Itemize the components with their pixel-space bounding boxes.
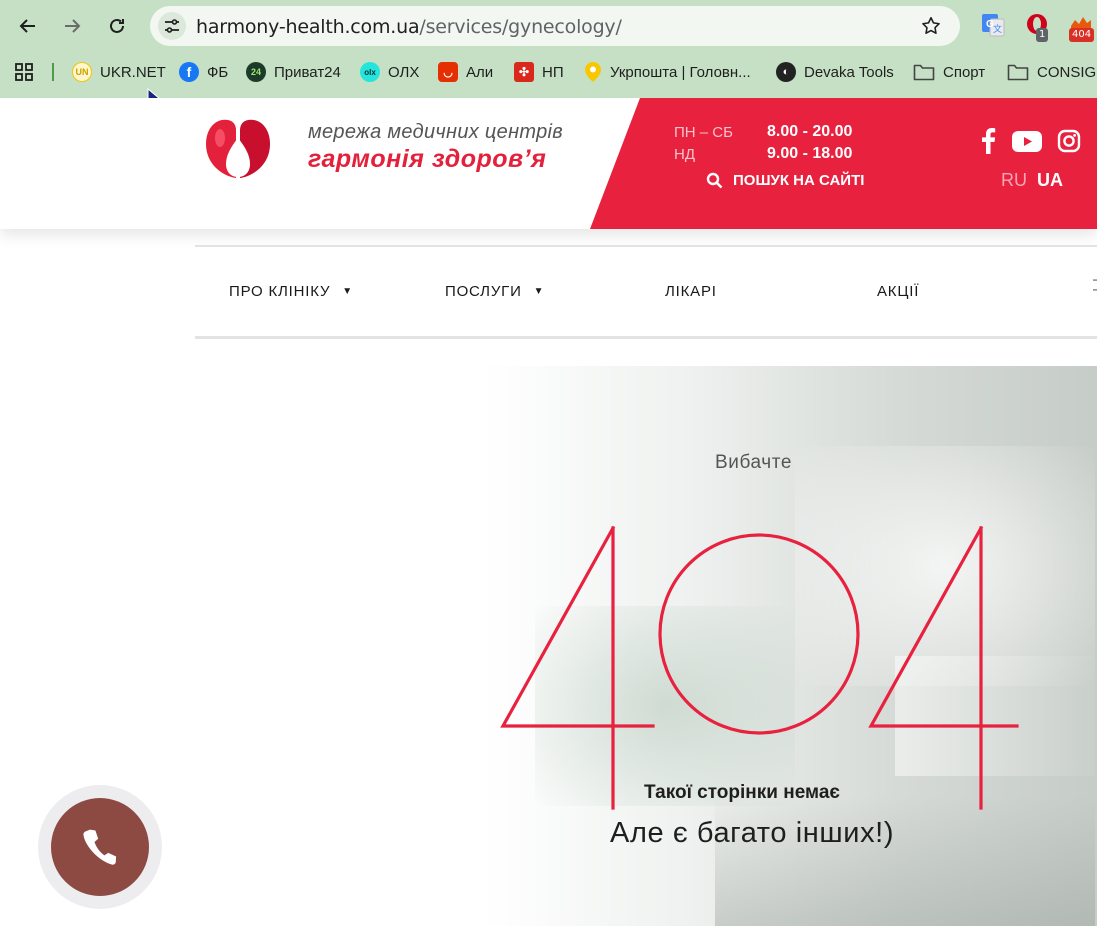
google-translate-icon: G文 bbox=[982, 14, 1005, 37]
aliexpress-icon: ◡ bbox=[438, 62, 458, 82]
bookmark-label: Али bbox=[466, 63, 494, 81]
bookmark-label: Devaka Tools bbox=[804, 63, 894, 81]
nav-item-clipped[interactable]: Н П bbox=[1093, 275, 1097, 305]
site-search-label: ПОШУК НА САЙТІ bbox=[733, 172, 865, 189]
svg-text:文: 文 bbox=[993, 23, 1002, 35]
bookmark-label: Приват24 bbox=[274, 63, 341, 81]
youtube-icon[interactable] bbox=[1012, 131, 1042, 152]
bookmark-ukrnet[interactable]: UN UKR.NET bbox=[72, 61, 166, 83]
bookmark-label: UKR.NET bbox=[100, 63, 166, 81]
ukrnet-icon: UN bbox=[72, 62, 92, 82]
bookmark-ukrposhta[interactable]: Укрпошта | Головн... bbox=[584, 61, 751, 83]
search-icon bbox=[706, 172, 723, 189]
bookmark-devaka[interactable]: ◐ Devaka Tools bbox=[776, 61, 894, 83]
facebook-icon: f bbox=[179, 62, 199, 82]
apps-button[interactable] bbox=[14, 61, 34, 83]
devaka-icon: ◐ bbox=[776, 62, 796, 82]
novaposhta-icon: ✣ bbox=[514, 62, 534, 82]
caret-down-icon: ▼ bbox=[342, 286, 353, 297]
phone-icon bbox=[83, 829, 117, 865]
error-code-404: 404 bbox=[500, 525, 1019, 810]
olx-icon: olx bbox=[360, 62, 380, 82]
instagram-icon[interactable] bbox=[1057, 129, 1081, 153]
privat24-icon: 24 bbox=[246, 62, 266, 82]
error-message: Такої сторінки немає bbox=[644, 782, 840, 803]
folder-icon bbox=[913, 64, 935, 81]
forward-button[interactable] bbox=[56, 10, 88, 42]
nav-item-promotions[interactable]: АКЦІЇ bbox=[877, 283, 919, 300]
nav-item-label: ЛІКАРІ bbox=[665, 283, 717, 300]
nav-item-label: АКЦІЇ bbox=[877, 283, 920, 300]
folder-icon bbox=[1007, 64, 1029, 81]
call-button[interactable] bbox=[51, 798, 149, 896]
bookmarks-bar: UN UKR.NET f ФБ 24 Приват24 olx ОЛХ ◡ Ал… bbox=[0, 54, 1097, 90]
caret-down-icon: ▼ bbox=[533, 286, 545, 297]
header-contact-panel bbox=[590, 98, 1097, 229]
bookmark-aliexpress[interactable]: ◡ Али bbox=[438, 61, 493, 83]
arrow-left-icon bbox=[19, 19, 35, 33]
web-page: мережа медичних центрів гармонія здоров’… bbox=[0, 98, 1097, 926]
bookmark-label: Спорт bbox=[943, 63, 986, 81]
nav-item-label: ПРО КЛІНІКУ bbox=[229, 283, 331, 300]
hours-days-sunday: НД bbox=[674, 146, 695, 163]
hours-time-sunday: 9.00 - 18.00 bbox=[767, 145, 853, 162]
language-ru-link[interactable]: RU bbox=[1001, 170, 1027, 191]
star-icon bbox=[922, 16, 940, 35]
bookmark-label: Укрпошта | Головн... bbox=[610, 63, 751, 81]
arrow-right-icon bbox=[65, 19, 81, 33]
error-sorry-text: Вибачте bbox=[715, 452, 793, 473]
bookmarks-separator bbox=[52, 63, 54, 81]
bookmark-novaposhta[interactable]: ✣ НП bbox=[514, 61, 564, 83]
logo-tagline[interactable]: мережа медичних центрів bbox=[308, 121, 563, 144]
browser-toolbar: harmony-health.com.ua/services/gynecolog… bbox=[0, 0, 1097, 108]
bookmark-label: ФБ bbox=[207, 63, 229, 81]
site-header: мережа медичних центрів гармонія здоров’… bbox=[0, 98, 1097, 229]
address-bar[interactable]: harmony-health.com.ua/services/gynecolog… bbox=[150, 6, 960, 46]
site-info-button[interactable] bbox=[158, 12, 186, 40]
bookmark-label: НП bbox=[542, 63, 564, 81]
logo-brand-name[interactable]: гармонія здоров’я bbox=[308, 145, 546, 174]
bookmark-label: CONSIGL bbox=[1037, 63, 1097, 81]
nav-item-label: ПОСЛУГИ bbox=[445, 283, 522, 300]
extension-badge: 1 bbox=[1036, 28, 1049, 42]
nav-item-services[interactable]: ПОСЛУГИ ▼ bbox=[445, 283, 544, 300]
back-button[interactable] bbox=[12, 10, 44, 42]
error-sub-message: Але є багато інших!) bbox=[610, 817, 895, 849]
tune-icon bbox=[165, 19, 179, 33]
bookmark-folder-sport[interactable]: Спорт bbox=[913, 61, 985, 83]
main-navigation: ПРО КЛІНІКУ ▼ ПОСЛУГИ ▼ ЛІКАРІ АКЦІЇ Н П bbox=[195, 245, 1097, 339]
url-path: /services/gynecology/ bbox=[419, 16, 622, 38]
hours-days-weekday: ПН – СБ bbox=[674, 124, 733, 141]
bookmark-olx[interactable]: olx ОЛХ bbox=[360, 61, 419, 83]
bookmark-facebook[interactable]: f ФБ bbox=[179, 61, 228, 83]
url-text[interactable]: harmony-health.com.ua/services/gynecolog… bbox=[196, 16, 622, 38]
nav-item-doctors[interactable]: ЛІКАРІ bbox=[665, 283, 717, 300]
nav-item-about-clinic[interactable]: ПРО КЛІНІКУ ▼ bbox=[229, 283, 353, 300]
site-search-button[interactable]: ПОШУК НА САЙТІ bbox=[706, 172, 864, 189]
apps-grid-icon bbox=[15, 63, 33, 81]
bookmark-folder-consigl[interactable]: CONSIGL bbox=[1007, 61, 1097, 83]
language-ua-link[interactable]: UA bbox=[1037, 170, 1063, 191]
extension-broken-links[interactable]: 404 bbox=[1068, 12, 1096, 42]
bookmark-privat24[interactable]: 24 Приват24 bbox=[246, 61, 341, 83]
logo-heart-icon[interactable] bbox=[200, 112, 276, 184]
extension-badge: 404 bbox=[1069, 28, 1095, 42]
bookmark-label: ОЛХ bbox=[388, 63, 420, 81]
reload-icon bbox=[110, 18, 124, 33]
url-host: harmony-health.com.ua bbox=[196, 16, 420, 38]
extension-opera[interactable]: 1 bbox=[1024, 12, 1052, 42]
bookmark-star-button[interactable] bbox=[920, 15, 942, 42]
hours-time-weekday: 8.00 - 20.00 bbox=[767, 123, 853, 140]
facebook-icon[interactable] bbox=[980, 128, 996, 154]
extension-google-translate[interactable]: G文 bbox=[980, 12, 1008, 40]
reload-button[interactable] bbox=[101, 10, 133, 42]
ukrposhta-icon bbox=[585, 62, 601, 82]
